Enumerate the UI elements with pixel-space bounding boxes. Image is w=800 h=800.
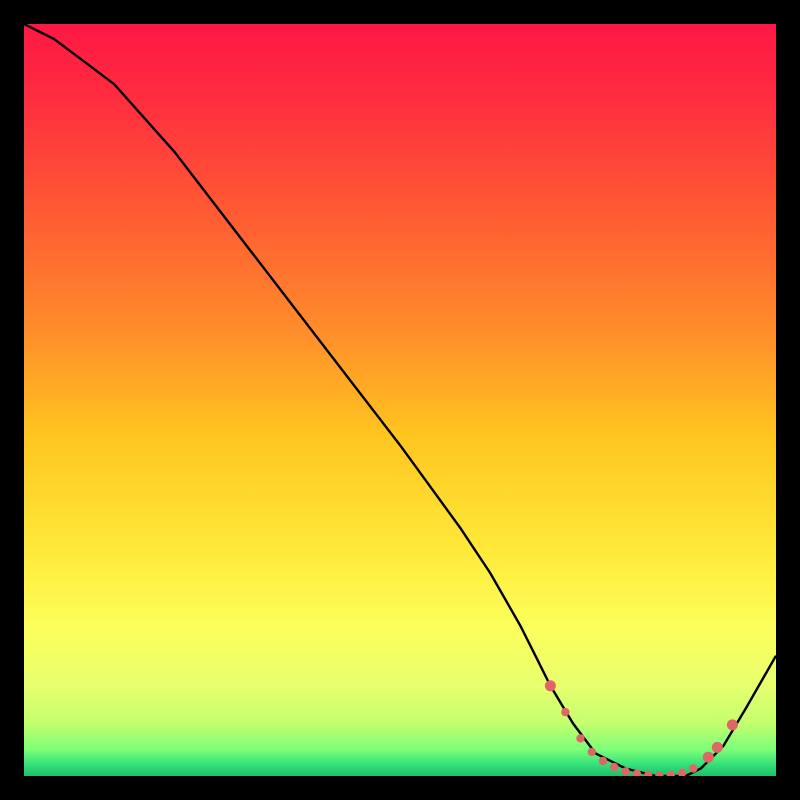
gradient-background — [24, 24, 776, 776]
marker-dot — [610, 763, 618, 771]
marker-dot — [588, 748, 596, 756]
bottleneck-chart — [24, 24, 776, 776]
marker-dot — [576, 734, 584, 742]
marker-dot — [712, 742, 723, 753]
marker-dot — [689, 764, 697, 772]
marker-dot — [599, 757, 607, 765]
marker-dot — [703, 752, 714, 763]
marker-dot — [621, 767, 629, 775]
marker-dot — [561, 708, 569, 716]
marker-dot — [727, 719, 738, 730]
marker-dot — [545, 680, 556, 691]
